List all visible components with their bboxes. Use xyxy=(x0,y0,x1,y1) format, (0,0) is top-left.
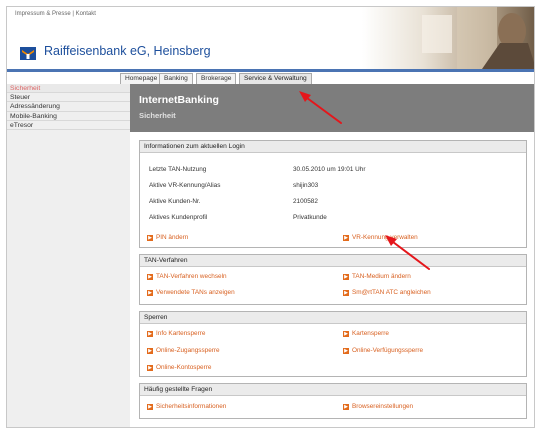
browsereinstellungen-link[interactable]: ▶ Browsereinstellungen xyxy=(343,403,413,410)
info-value: Privatkunde xyxy=(293,214,327,221)
sidebar-item-adressaenderung[interactable]: Adressänderung xyxy=(7,102,130,112)
tan-medium-aendern-link[interactable]: ▶ TAN-Medium ändern xyxy=(343,273,411,280)
info-value: 30.05.2010 um 19:01 Uhr xyxy=(293,166,366,173)
sidebar-item-steuer[interactable]: Steuer xyxy=(7,93,130,103)
online-verfuegungssperre-link[interactable]: ▶ Online-Verfügungssperre xyxy=(343,347,423,354)
site-header: Impressum & Presse | Kontakt Raiffeisenb… xyxy=(7,7,534,69)
online-kontosperre-link[interactable]: ▶ Online-Kontosperre xyxy=(147,364,211,371)
sidebar-item-mobile-banking[interactable]: Mobile-Banking xyxy=(7,112,130,121)
tan-verfahren-panel: TAN-Verfahren ▶ TAN-Verfahren wechseln ▶ T… xyxy=(139,254,527,305)
online-zugangssperre-link[interactable]: ▶ Online-Zugangssperre xyxy=(147,347,220,354)
smartan-atc-link[interactable]: ▶ Sm@rtTAN ATC angleichen xyxy=(343,289,431,296)
kontakt-link[interactable]: Kontakt xyxy=(76,11,96,17)
arrow-right-icon: ▶ xyxy=(147,364,153,371)
arrow-right-icon: ▶ xyxy=(343,234,349,241)
info-kartensperre-link[interactable]: ▶ Info Kartensperre xyxy=(147,330,205,337)
arrow-right-icon: ▶ xyxy=(147,234,153,241)
page-banner: InternetBanking Sicherheit xyxy=(130,84,534,132)
sidebar-item-etresor[interactable]: eTresor xyxy=(7,121,130,130)
arrow-right-icon: ▶ xyxy=(343,273,349,280)
arrow-right-icon: ▶ xyxy=(147,273,153,280)
sidebar-item-sicherheit[interactable]: Sicherheit xyxy=(7,84,130,94)
arrow-right-icon: ▶ xyxy=(343,403,349,410)
tab-brokerage[interactable]: Brokerage xyxy=(196,73,237,84)
impressum-link[interactable]: Impressum & Presse xyxy=(15,11,71,17)
info-label: Aktives Kundenprofil xyxy=(149,214,208,221)
login-info-panel: Informationen zum aktuellen Login Letzte… xyxy=(139,140,527,248)
tab-service-verwaltung[interactable]: Service & Verwaltung xyxy=(239,73,312,84)
kartensperre-link[interactable]: ▶ Kartensperre xyxy=(343,330,389,337)
arrow-right-icon: ▶ xyxy=(343,289,349,296)
info-value: 2100582 xyxy=(293,198,318,205)
arrow-right-icon: ▶ xyxy=(147,289,153,296)
tan-verfahren-wechseln-link[interactable]: ▶ TAN-Verfahren wechseln xyxy=(147,273,227,280)
sicherheitsinformationen-link[interactable]: ▶ Sicherheitsinformationen xyxy=(147,403,226,410)
info-label: Aktive VR-Kennung/Alias xyxy=(149,182,221,189)
sperren-panel: Sperren ▶ Info Kartensperre ▶ Kartensperre… xyxy=(139,311,527,377)
tab-banking[interactable]: Banking xyxy=(159,73,193,84)
bank-name: Raiffeisenbank eG, Heinsberg xyxy=(44,44,211,58)
vr-kennung-verwalten-link[interactable]: ▶ VR-Kennung verwalten xyxy=(343,234,418,241)
arrow-right-icon: ▶ xyxy=(147,347,153,354)
page-title: InternetBanking xyxy=(139,94,219,106)
panel-heading: TAN-Verfahren xyxy=(140,255,526,267)
verwendete-tans-link[interactable]: ▶ Verwendete TANs anzeigen xyxy=(147,289,235,296)
pin-aendern-link[interactable]: ▶ PIN ändern xyxy=(147,234,188,241)
arrow-right-icon: ▶ xyxy=(147,403,153,410)
info-label: Letzte TAN-Nutzung xyxy=(149,166,207,173)
sidebar: Sicherheit Steuer Adressänderung Mobile-… xyxy=(7,84,130,427)
info-value: shijin303 xyxy=(293,182,319,189)
panel-heading: Sperren xyxy=(140,312,526,324)
faq-panel: Häufig gestellte Fragen ▶ Sicherheitsinfo… xyxy=(139,383,527,419)
panel-heading: Informationen zum aktuellen Login xyxy=(140,141,526,153)
page-subtitle: Sicherheit xyxy=(139,111,176,120)
panel-heading: Häufig gestellte Fragen xyxy=(140,384,526,396)
header-photo xyxy=(362,7,534,69)
main-navigation: Homepage Banking Brokerage Service & Ver… xyxy=(7,72,534,84)
top-links: Impressum & Presse | Kontakt xyxy=(15,11,96,17)
arrow-right-icon: ▶ xyxy=(343,330,349,337)
arrow-right-icon: ▶ xyxy=(147,330,153,337)
browser-page: Impressum & Presse | Kontakt Raiffeisenb… xyxy=(6,6,535,428)
tab-homepage[interactable]: Homepage xyxy=(120,73,163,84)
arrow-right-icon: ▶ xyxy=(343,347,349,354)
bank-logo-icon[interactable] xyxy=(20,47,36,60)
info-label: Aktive Kunden-Nr. xyxy=(149,198,201,205)
